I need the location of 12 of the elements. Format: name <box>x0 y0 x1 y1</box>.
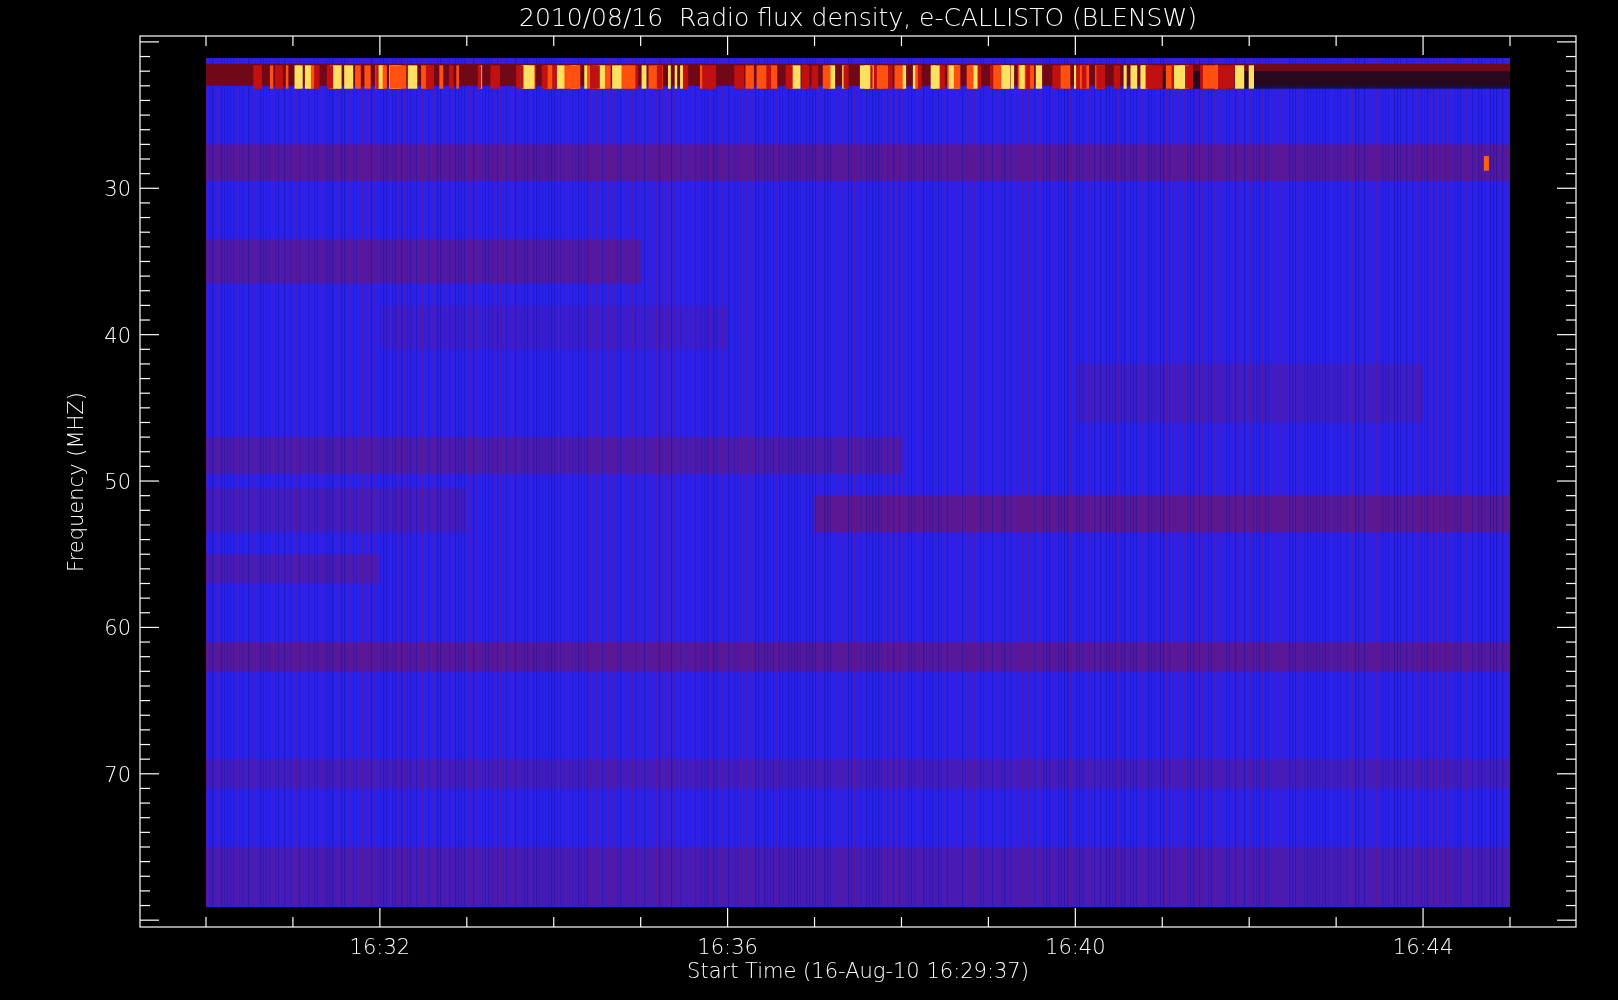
tick-label: 16:32 <box>349 935 411 959</box>
axis-label: Start Time (16-Aug-10 16:29:37) <box>687 959 1029 983</box>
tick-label: 50 <box>104 470 131 495</box>
tick-label: 30 <box>104 177 131 202</box>
chart-title: 2010/08/16 Radio flux density, e-CALLISTO (BLENSW) <box>519 3 1197 32</box>
tick-label: 16:44 <box>1392 935 1454 959</box>
tick-label: 40 <box>104 323 131 348</box>
tick-label: 70 <box>104 762 131 787</box>
tick-label: 16:40 <box>1045 935 1106 959</box>
tick-label: 16:36 <box>697 935 758 959</box>
tick-label: 60 <box>104 616 131 641</box>
axis-label: Frequency (MHZ) <box>64 392 88 572</box>
